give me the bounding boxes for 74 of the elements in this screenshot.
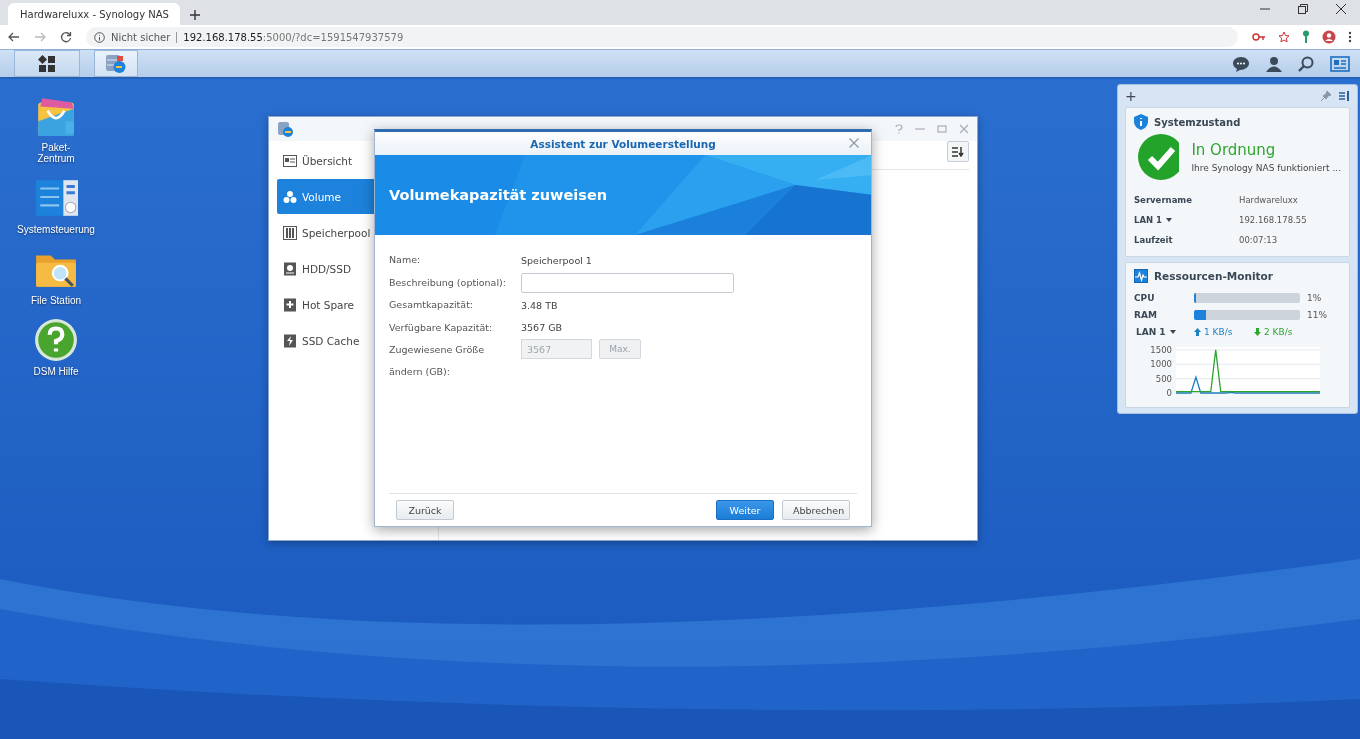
browser-tab[interactable]: Hardwareluxx - Synology NAS (8, 3, 180, 25)
widget-title: Systemzustand (1154, 116, 1241, 128)
desktop-icon-label[interactable]: File Station (31, 295, 81, 306)
dialog-title: Assistent zur Volumeerstellung (529, 137, 717, 150)
sort-button[interactable] (947, 141, 969, 162)
reload-icon[interactable] (60, 31, 72, 43)
lan-dropdown[interactable]: LAN 1 (1134, 327, 1194, 337)
field-value: Speicherpool 1 (521, 254, 592, 266)
widget-title: Ressourcen-Monitor (1154, 270, 1273, 282)
status-message: Ihre Synology NAS funktioniert ... (1191, 163, 1341, 173)
field-value: 3567 GB (521, 322, 563, 334)
overview-icon (283, 153, 297, 168)
info-value: 00:07:13 (1239, 235, 1278, 245)
usage-reading: 1% (1307, 292, 1322, 303)
desktop-icon-label[interactable]: DSM Hilfe (33, 366, 79, 377)
collapse-icon[interactable] (1338, 90, 1350, 102)
info-icon (94, 31, 105, 43)
restore-icon[interactable] (1298, 4, 1308, 14)
info-value: 192.168.178.55 (1239, 215, 1307, 225)
profile-icon[interactable] (1322, 30, 1336, 44)
storage-pool-icon (283, 225, 297, 240)
y-tick-label: 0 (1166, 388, 1172, 398)
y-tick-label: 1500 (1150, 344, 1172, 355)
plus-disk-icon (283, 297, 297, 312)
info-shield-icon (1134, 114, 1148, 130)
field-label: Zugewiesene Größe ändern (GB): (389, 343, 486, 379)
desktop-icon-label[interactable]: Systemsteuerung (17, 224, 95, 235)
monitor-icon (1134, 269, 1148, 283)
storage-icon (105, 53, 127, 74)
taskbar-app-button[interactable] (94, 50, 138, 77)
info-label: Servername (1134, 195, 1193, 205)
upload-arrow-icon (1194, 328, 1201, 336)
upload-rate: 1 KB/s (1204, 327, 1233, 337)
grid-icon (38, 54, 56, 73)
add-widget-button[interactable]: + (1125, 88, 1137, 104)
widgets-icon[interactable] (1330, 55, 1350, 72)
back-icon[interactable] (8, 32, 20, 42)
info-value: Hardwareluxx (1239, 195, 1298, 205)
cubes-icon (283, 189, 297, 204)
menu-icon[interactable] (1348, 31, 1352, 43)
lan-dropdown[interactable]: LAN 1 (1134, 215, 1239, 225)
y-tick-label: 1000 (1150, 359, 1172, 370)
user-icon[interactable] (1266, 55, 1282, 72)
info-label: Laufzeit (1134, 235, 1174, 245)
search-icon[interactable] (1298, 55, 1314, 72)
meter-label: CPU (1134, 292, 1156, 303)
storage-icon (277, 121, 293, 137)
download-arrow-icon (1254, 328, 1261, 336)
field-label: Name: (389, 253, 422, 268)
meter-label: RAM (1134, 309, 1158, 320)
main-menu-button[interactable] (14, 50, 80, 77)
y-tick-label: 500 (1155, 373, 1172, 384)
help-icon[interactable] (34, 318, 78, 362)
download-rate: 2 KB/s (1264, 327, 1293, 337)
chat-icon[interactable] (1232, 55, 1250, 72)
star-icon[interactable] (1278, 31, 1290, 43)
field-label: Gesamtkapazität: (389, 298, 475, 313)
usage-reading: 11% (1307, 309, 1327, 320)
desktop-icon-label[interactable]: Paket- Zentrum (37, 142, 75, 164)
close-icon[interactable] (1336, 4, 1346, 14)
address-bar[interactable]: Nicht sicher 192.168.178.55:5000/?dc=1591547937579 (86, 27, 1238, 47)
next-button[interactable]: Weiter (716, 500, 774, 520)
check-icon (1138, 134, 1180, 180)
status-text: In Ordnung (1191, 141, 1277, 159)
cancel-button[interactable]: Abbrechen (782, 500, 850, 520)
description-field[interactable] (521, 272, 734, 293)
caret-icon (1166, 218, 1172, 222)
field-value: 3.48 TB (521, 299, 558, 311)
field-label: Verfügbare Kapazität: (389, 320, 494, 335)
sort-icon (952, 146, 964, 157)
new-tab-icon[interactable] (190, 10, 200, 20)
caret-icon (1169, 330, 1176, 334)
field-label: Beschreibung (optional): (389, 275, 507, 290)
back-button[interactable]: Zurück (396, 500, 454, 520)
